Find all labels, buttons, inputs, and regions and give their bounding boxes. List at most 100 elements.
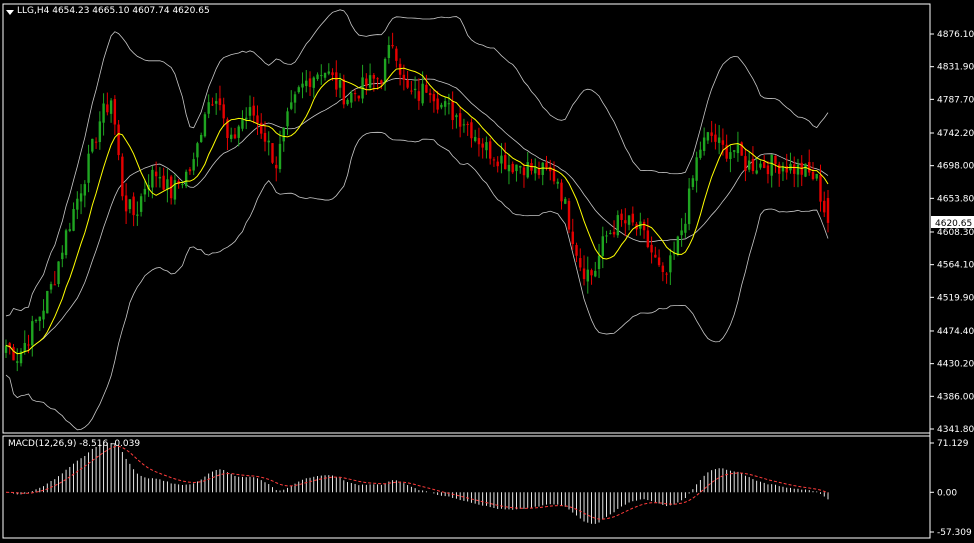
main-panel-border: [2, 3, 931, 434]
candle-body: [507, 164, 511, 172]
chart-menu-arrow-icon[interactable]: [6, 10, 14, 15]
candle-body: [230, 134, 233, 139]
trading-chart[interactable]: 4876.10 4831.90 4787.70 4742.20 4698.00 4653.…: [0, 0, 974, 543]
candle-body: [102, 103, 105, 123]
price-tick-label: 4698.00: [937, 162, 974, 172]
candle-body: [597, 255, 601, 269]
candle-body: [368, 75, 372, 88]
candle-body: [346, 99, 349, 105]
moving-average-line: [5, 67, 829, 355]
candle-body: [327, 71, 330, 74]
candle-body: [586, 269, 589, 282]
candle-body: [136, 214, 139, 216]
macd-signal-line: [5, 445, 829, 520]
macd-panel-border: [2, 435, 931, 539]
candle-body: [575, 245, 578, 256]
candle-body: [365, 78, 368, 87]
candle-body: [695, 157, 698, 181]
candle-body: [605, 235, 608, 237]
macd-histogram[interactable]: [6, 443, 829, 524]
candle-body: [12, 347, 15, 361]
candle-body: [305, 80, 308, 87]
candle-body: [732, 150, 736, 152]
candle-body: [173, 180, 177, 200]
candle-body: [729, 152, 732, 160]
candle-body: [627, 215, 631, 225]
candle-body: [323, 72, 327, 78]
candle-body: [395, 48, 398, 61]
candle-body: [481, 143, 484, 148]
candle-body: [49, 284, 53, 290]
candle-body: [440, 104, 443, 108]
candle-body: [139, 196, 143, 212]
candle-body: [466, 123, 469, 125]
candle-body: [350, 92, 353, 103]
price-tick-label: 4474.40: [937, 327, 974, 337]
candle-body: [338, 80, 342, 88]
price-tick-label: 4564.10: [937, 261, 974, 271]
candle-body: [166, 179, 169, 190]
candle-body: [751, 158, 755, 172]
candle-body: [436, 98, 439, 110]
candle-body: [117, 124, 120, 156]
candle-body: [372, 74, 376, 79]
candle-body: [132, 196, 135, 216]
candle-body: [488, 141, 492, 159]
candle-body: [590, 270, 593, 276]
candle-body: [260, 122, 263, 134]
candle-body: [218, 98, 222, 106]
candle-body: [631, 213, 635, 223]
candle-body: [804, 163, 807, 177]
candle-body: [207, 102, 210, 114]
candle-body: [188, 169, 192, 172]
candle-body: [504, 155, 507, 170]
candle-body: [541, 162, 544, 175]
candle-body: [241, 118, 244, 129]
price-axis: 4876.10 4831.90 4787.70 4742.20 4698.00 4653.…: [930, 30, 974, 435]
candle-body: [286, 111, 289, 127]
candle-body: [744, 156, 747, 171]
candle-body: [421, 83, 424, 104]
candle-body: [151, 169, 154, 188]
candle-body: [417, 91, 421, 101]
candle-body: [770, 154, 773, 176]
candle-body: [31, 321, 34, 346]
candle-body: [271, 143, 274, 163]
candle-body: [192, 159, 195, 171]
macd-tick-label: 0.00: [937, 488, 957, 498]
candle-body: [594, 270, 597, 277]
candle-body: [64, 230, 68, 256]
price-tick-label: 4608.30: [937, 228, 974, 238]
candle-body: [624, 220, 627, 224]
candle-body: [53, 284, 56, 286]
candle-body: [57, 261, 60, 285]
candle-body: [691, 178, 695, 187]
candle-body: [687, 188, 691, 225]
candle-body: [342, 79, 346, 105]
candle-body: [211, 104, 214, 106]
candle-body: [222, 104, 225, 119]
candle-body: [320, 75, 323, 77]
chart-header-title: LLG,H4 4654.23 4665.10 4607.74 4620.65: [17, 6, 210, 16]
price-tick-label: 4742.20: [937, 129, 974, 139]
candle-body: [199, 134, 203, 142]
candle-body: [290, 102, 293, 109]
candle-body: [162, 175, 165, 190]
price-tick-label: 4876.10: [937, 30, 974, 40]
candle-body: [23, 343, 26, 352]
candle-body: [496, 161, 499, 167]
candle-body: [684, 223, 687, 233]
candle-body: [616, 215, 620, 236]
candle-body: [443, 101, 447, 107]
candle-body: [196, 143, 199, 158]
candle-body: [823, 200, 826, 213]
candle-body: [68, 229, 72, 231]
candle-body: [500, 155, 503, 164]
candlestick-series[interactable]: [4, 32, 830, 372]
candle-body: [774, 155, 777, 164]
price-tick-label: 4787.70: [937, 95, 974, 105]
moving-average-path: [5, 67, 829, 355]
candle-body: [661, 265, 665, 272]
candle-body: [451, 101, 454, 121]
candle-body: [267, 140, 270, 143]
